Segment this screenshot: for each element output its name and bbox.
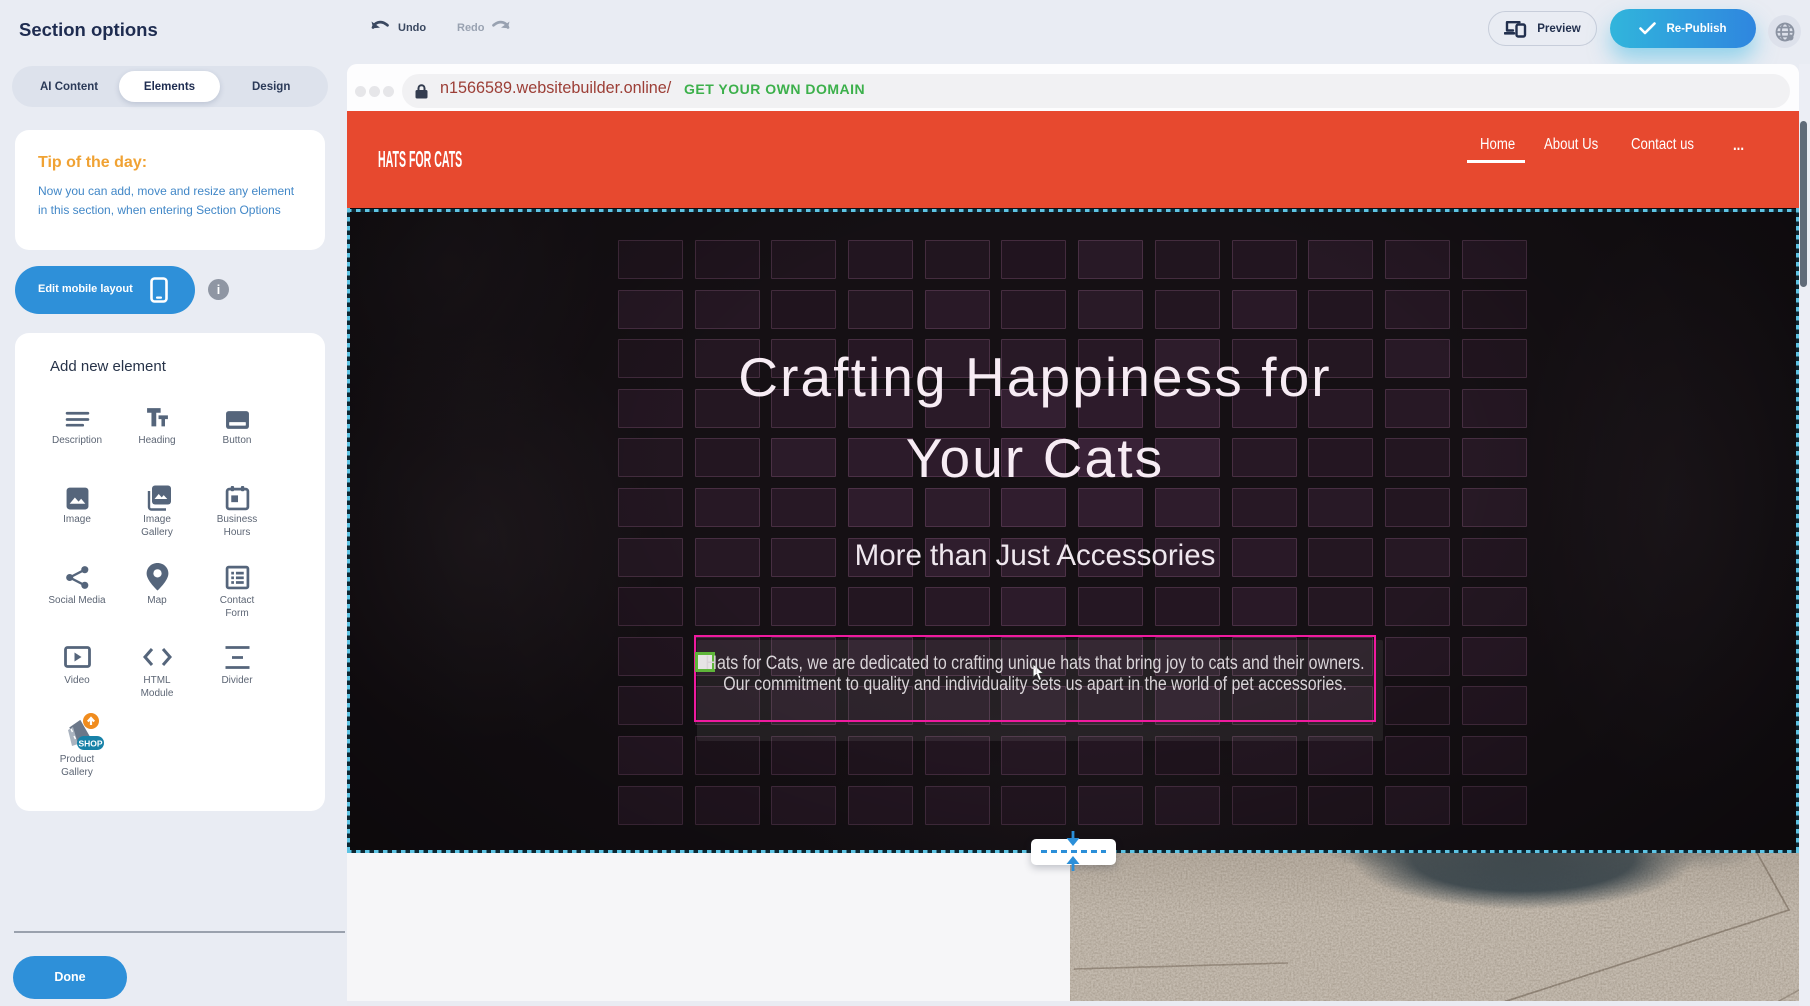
svg-text:SHOP: SHOP: [78, 739, 102, 749]
